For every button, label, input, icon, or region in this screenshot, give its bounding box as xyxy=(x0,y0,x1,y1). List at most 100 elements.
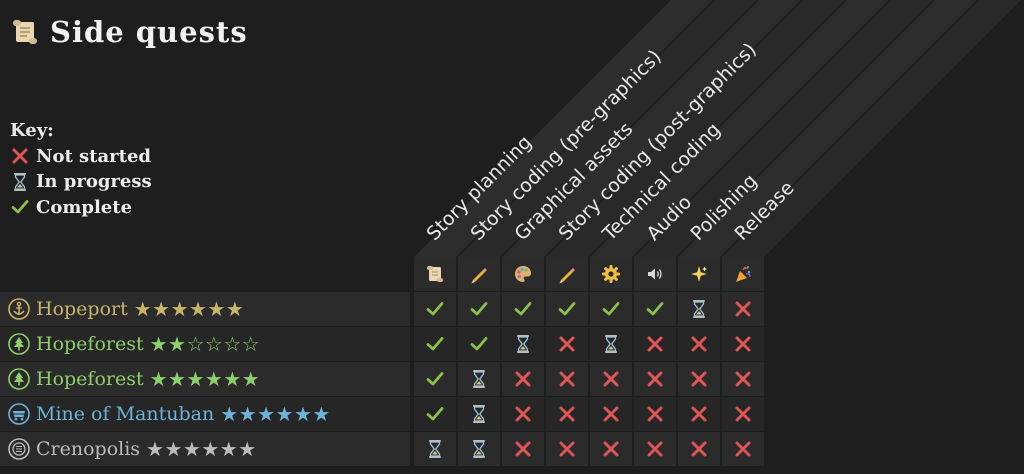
status-cell[interactable] xyxy=(458,397,500,431)
status-cell[interactable] xyxy=(502,327,544,361)
party-popper-icon xyxy=(733,264,753,284)
check-icon xyxy=(425,404,445,424)
status-cell[interactable] xyxy=(678,432,720,466)
hourglass-icon xyxy=(469,369,489,389)
quest-name: Hopeforest xyxy=(36,333,144,355)
status-cell[interactable] xyxy=(722,292,764,326)
column-icon-cell xyxy=(678,257,720,291)
quest-progress-grid: Story planning Story coding (pre-graphics… xyxy=(0,0,1024,474)
cross-icon xyxy=(733,439,753,459)
quest-rating-stars: ★★★★★★ xyxy=(149,367,261,391)
status-cell[interactable] xyxy=(678,397,720,431)
scroll-icon xyxy=(425,264,445,284)
cross-icon xyxy=(601,369,621,389)
status-cell[interactable] xyxy=(590,362,632,396)
status-cell[interactable] xyxy=(414,292,456,326)
check-icon xyxy=(425,299,445,319)
quest-rating-stars: ★★★★★★ xyxy=(146,437,257,461)
quest-row[interactable]: Crenopolis ★★★★★★ xyxy=(0,432,410,466)
column-icon-cell xyxy=(546,257,588,291)
status-cell[interactable] xyxy=(458,432,500,466)
speaker-icon xyxy=(645,264,665,284)
status-cell[interactable] xyxy=(634,397,676,431)
status-cell[interactable] xyxy=(414,362,456,396)
minecart-icon xyxy=(8,403,30,425)
cross-icon xyxy=(513,369,533,389)
status-cell[interactable] xyxy=(502,397,544,431)
quest-row[interactable]: Hopeforest ★★★★★★ xyxy=(0,362,410,396)
status-cell[interactable] xyxy=(546,397,588,431)
status-cell[interactable] xyxy=(546,327,588,361)
status-cell[interactable] xyxy=(414,397,456,431)
tree-icon xyxy=(8,368,30,390)
status-cell[interactable] xyxy=(722,432,764,466)
status-cell[interactable] xyxy=(590,292,632,326)
status-cell[interactable] xyxy=(634,327,676,361)
hourglass-icon xyxy=(689,299,709,319)
status-cell[interactable] xyxy=(590,397,632,431)
status-cell[interactable] xyxy=(502,292,544,326)
check-icon xyxy=(601,299,621,319)
status-cell[interactable] xyxy=(722,327,764,361)
status-cell[interactable] xyxy=(722,362,764,396)
status-cell[interactable] xyxy=(458,327,500,361)
check-icon xyxy=(513,299,533,319)
cross-icon xyxy=(645,404,665,424)
cross-icon xyxy=(733,369,753,389)
cross-icon xyxy=(645,439,665,459)
cross-icon xyxy=(689,439,709,459)
status-cell[interactable] xyxy=(722,397,764,431)
cross-icon xyxy=(733,299,753,319)
status-cell[interactable] xyxy=(590,432,632,466)
status-cell[interactable] xyxy=(414,327,456,361)
check-icon xyxy=(469,299,489,319)
status-cell[interactable] xyxy=(678,292,720,326)
hourglass-icon xyxy=(469,439,489,459)
status-cell[interactable] xyxy=(546,362,588,396)
quest-row[interactable]: Mine of Mantuban ★★★★★★ xyxy=(0,397,410,431)
check-icon xyxy=(425,369,445,389)
check-icon xyxy=(645,299,665,319)
column-icon-cell xyxy=(414,257,456,291)
check-icon xyxy=(557,299,577,319)
quest-name: Hopeport xyxy=(36,298,128,320)
status-cell[interactable] xyxy=(634,292,676,326)
status-cell[interactable] xyxy=(678,362,720,396)
column-icon-cell xyxy=(458,257,500,291)
status-cell[interactable] xyxy=(458,292,500,326)
status-cell[interactable] xyxy=(546,292,588,326)
cross-icon xyxy=(733,334,753,354)
status-cell[interactable] xyxy=(678,327,720,361)
cross-icon xyxy=(689,334,709,354)
status-cell[interactable] xyxy=(546,432,588,466)
tree-icon xyxy=(8,333,30,355)
hourglass-icon xyxy=(469,404,489,424)
quest-rating-stars: ★★★★★★ xyxy=(133,297,245,321)
cross-icon xyxy=(513,439,533,459)
cross-icon xyxy=(689,369,709,389)
cross-icon xyxy=(645,334,665,354)
palette-icon xyxy=(513,264,533,284)
cross-icon xyxy=(557,404,577,424)
status-cell[interactable] xyxy=(634,432,676,466)
cross-icon xyxy=(513,404,533,424)
quest-rating-stars: ★★☆☆☆☆ xyxy=(149,332,261,356)
status-cell[interactable] xyxy=(502,362,544,396)
quest-row[interactable]: Hopeforest ★★☆☆☆☆ xyxy=(0,327,410,361)
cross-icon xyxy=(557,439,577,459)
anchor-icon xyxy=(8,298,30,320)
cross-icon xyxy=(557,334,577,354)
status-cell[interactable] xyxy=(414,432,456,466)
status-cell[interactable] xyxy=(502,432,544,466)
status-cell[interactable] xyxy=(590,327,632,361)
quest-row[interactable]: Hopeport ★★★★★★ xyxy=(0,292,410,326)
status-cell[interactable] xyxy=(634,362,676,396)
sparkle-icon xyxy=(689,264,709,284)
check-icon xyxy=(425,334,445,354)
status-cell[interactable] xyxy=(458,362,500,396)
cross-icon xyxy=(601,404,621,424)
cross-icon xyxy=(733,404,753,424)
hourglass-icon xyxy=(513,334,533,354)
quest-name: Mine of Mantuban xyxy=(36,403,215,425)
cross-icon xyxy=(689,404,709,424)
